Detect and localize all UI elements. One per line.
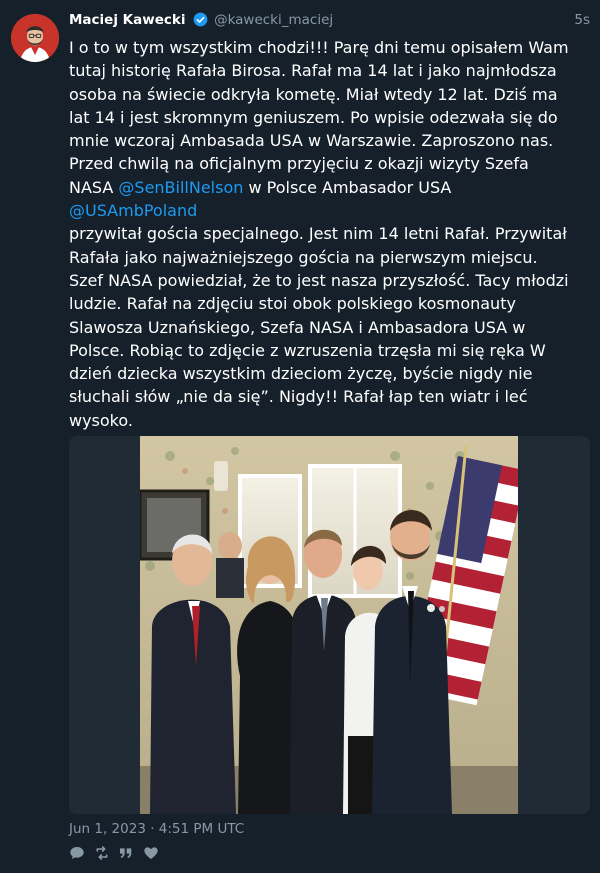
- tweet-text-segment: NASA: [69, 177, 119, 197]
- tweet-text-line: dzień dziecka wszystkim dzieciom życzę, …: [69, 364, 533, 384]
- tweet-text-line: wysoko.: [69, 410, 133, 430]
- tweet-time[interactable]: 5s: [574, 10, 590, 30]
- mention-link[interactable]: @USAmbPoland: [69, 201, 197, 220]
- reply-icon[interactable]: [69, 845, 87, 863]
- avatar[interactable]: [11, 14, 59, 62]
- tweet-text-line: Slawosza Uznańskiego, Szefa NASA i Ambas…: [69, 317, 526, 337]
- author-name[interactable]: Maciej Kawecki: [69, 12, 185, 28]
- tweet: Maciej Kawecki @kawecki_maciej 5s I o to…: [0, 0, 600, 873]
- tweet-text-line: Szef NASA powiedział, że to jest nasza p…: [69, 270, 569, 290]
- tweet-text-line: @USAmbPoland: [69, 199, 585, 222]
- tweet-text-line: słuchali słów „nie da się”. Nigdy!! Rafa…: [69, 387, 528, 407]
- tweet-text-line: I o to w tym wszystkim chodzi!!! Parę dn…: [69, 38, 569, 57]
- quote-icon[interactable]: [118, 845, 136, 863]
- tweet-text-line: NASA @SenBillNelson w Polsce Ambasador U…: [69, 176, 585, 199]
- tweet-text-line: mnie wczoraj Ambasada USA w Warszawie. Z…: [69, 131, 554, 151]
- tweet-text-line: Przed chwilą na oficjalnym przyjęciu z o…: [69, 154, 529, 174]
- tweet-text-line: lat 14 i jest skromnym geniuszem. Po wpi…: [69, 107, 558, 127]
- retweet-icon[interactable]: [94, 845, 112, 863]
- tweet-text-line: Rafała jako najważniejszego gościa na pi…: [69, 247, 538, 267]
- tweet-text-line: tutaj historię Rafała Birosa. Rafał ma 1…: [69, 61, 557, 81]
- tweet-header: Maciej Kawecki @kawecki_maciej 5s: [69, 10, 590, 30]
- group-photo[interactable]: [140, 436, 518, 814]
- tweet-text-line: Polsce. Robiąc to zdjęcie z wzruszenia t…: [69, 340, 546, 360]
- tweet-text-segment: w Polsce Ambasador USA: [243, 177, 452, 197]
- mention-link[interactable]: @SenBillNelson: [118, 178, 243, 197]
- author-handle[interactable]: @kawecki_maciej: [214, 12, 333, 28]
- like-icon[interactable]: [143, 845, 161, 863]
- tweet-text-line: przywitał gościa specjalnego. Jest nim 1…: [69, 224, 567, 244]
- tweet-text-line: osoba na świecie odkryła kometę. Miał wt…: [69, 84, 558, 104]
- tweet-text-line: ludzie. Rafał na zdjęciu stoi obok polsk…: [69, 294, 516, 314]
- verified-badge-icon: [193, 12, 208, 33]
- tweet-timestamp[interactable]: Jun 1, 2023 · 4:51 PM UTC: [69, 820, 244, 838]
- tweet-media[interactable]: [69, 436, 590, 814]
- tweet-text: I o to w tym wszystkim chodzi!!! Parę dn…: [69, 36, 585, 432]
